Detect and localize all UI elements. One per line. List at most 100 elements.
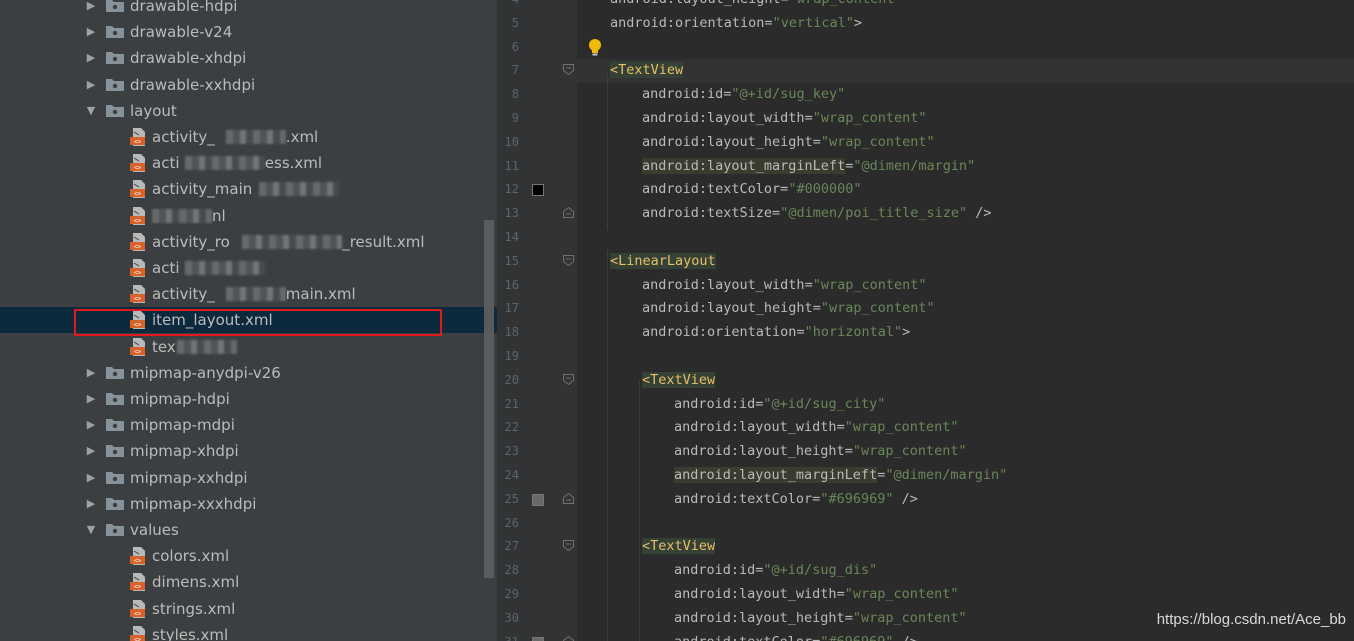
fold-open-icon[interactable] [563, 64, 574, 76]
xml-file-icon: <> [130, 573, 146, 592]
code-line[interactable]: <LinearLayout [610, 249, 716, 273]
chevron-right-icon[interactable]: ▶ [85, 19, 97, 45]
tree-folder[interactable]: ▶ mipmap-xxhdpi [0, 465, 497, 491]
code-line[interactable]: android:layout_height="wrap_content" [674, 606, 967, 630]
fold-close-icon[interactable] [563, 492, 574, 504]
color-swatch-icon[interactable] [532, 493, 544, 506]
code-line[interactable]: android:orientation="horizontal"> [642, 320, 910, 344]
xml-file-icon: <> [130, 599, 146, 618]
chevron-right-icon[interactable]: ▶ [85, 0, 97, 19]
code-line[interactable]: android:layout_width="wrap_content" [642, 273, 927, 297]
tree-folder[interactable]: ▶ mipmap-mdpi [0, 412, 497, 438]
tree-file[interactable]: <> acti [0, 255, 497, 281]
code-line[interactable]: <TextView [642, 368, 716, 392]
fold-open-icon[interactable] [563, 254, 574, 266]
tree-file[interactable]: <> styles.xml [0, 622, 497, 641]
tree-file[interactable]: <> acti ess.xml [0, 150, 497, 176]
chevron-right-icon[interactable]: ▶ [85, 386, 97, 412]
code-line[interactable]: android:layout_width="wrap_content" [674, 415, 959, 439]
tree-scrollbar[interactable] [484, 220, 494, 578]
fold-open-icon[interactable] [563, 373, 574, 385]
tree-folder[interactable]: ▼ values [0, 517, 497, 543]
folder-icon [106, 418, 124, 432]
tree-folder[interactable]: ▶ drawable-hdpi [0, 0, 497, 19]
chevron-right-icon[interactable]: ▶ [85, 412, 97, 438]
tree-folder[interactable]: ▶ mipmap-xxxhdpi [0, 491, 497, 517]
fold-close-icon[interactable] [563, 635, 574, 641]
line-number: 9 [511, 111, 519, 125]
code-line[interactable]: <TextView [610, 58, 684, 82]
tree-folder[interactable]: ▶ mipmap-xhdpi [0, 438, 497, 464]
color-swatch-icon[interactable] [532, 636, 544, 641]
tree-folder[interactable]: ▶ drawable-v24 [0, 19, 497, 45]
chevron-right-icon[interactable]: ▶ [85, 438, 97, 464]
fold-open-icon[interactable] [563, 540, 574, 552]
code-line[interactable]: android:orientation="vertical"> [610, 11, 862, 35]
tree-folder[interactable]: ▶ mipmap-anydpi-v26 [0, 360, 497, 386]
line-number: 5 [511, 15, 519, 30]
tree-file[interactable]: <> dimens.xml [0, 569, 497, 595]
code-line[interactable]: android:textSize="@dimen/poi_title_size"… [642, 201, 992, 225]
tree-file[interactable]: <> activity_ main.xml [0, 281, 497, 307]
code-line[interactable]: android:layout_marginLeft="@dimen/margin… [642, 154, 975, 178]
tree-folder-label: mipmap-xxxhdpi [130, 494, 257, 513]
code-line[interactable]: android:id="@+id/sug_city" [674, 392, 885, 416]
code-line[interactable]: android:textColor="#696969" /> [674, 487, 918, 511]
code-line[interactable]: android:textColor="#000000" [642, 177, 861, 201]
chevron-right-icon[interactable]: ▶ [85, 72, 97, 98]
color-swatch-icon[interactable] [532, 184, 544, 197]
chevron-right-icon[interactable]: ▶ [85, 360, 97, 386]
tree-file[interactable]: <> strings.xml [0, 596, 497, 622]
tree-file[interactable]: <> activity_main [0, 176, 497, 202]
line-number: 24 [504, 468, 519, 482]
chevron-right-icon[interactable]: ▶ [85, 491, 97, 517]
chevron-right-icon[interactable]: ▶ [85, 45, 97, 71]
xml-file-icon: <> [130, 232, 146, 251]
tree-folder-label: mipmap-xhdpi [130, 442, 239, 461]
folder-icon [106, 497, 124, 510]
tree-folder[interactable]: ▶ drawable-xhdpi [0, 45, 497, 71]
code-line[interactable]: android:id="@+id/sug_key" [642, 82, 845, 106]
code-line[interactable]: android:layout_height="wrap_content" [642, 130, 935, 154]
svg-text:<>: <> [134, 270, 142, 277]
code-line[interactable]: android:textColor="#696969" /> [674, 630, 918, 641]
code-line[interactable]: android:id="@+id/sug_dis" [674, 558, 877, 582]
chevron-down-icon[interactable]: ▼ [85, 517, 97, 543]
line-number: 25 [504, 491, 519, 506]
fold-close-icon[interactable] [563, 207, 574, 219]
tree-file-label: activity_ [152, 128, 215, 146]
indent-guide [607, 250, 608, 641]
code-line[interactable]: <TextView [642, 534, 716, 558]
code-line[interactable]: android:layout_height="wrap_content" [642, 296, 935, 320]
code-line[interactable]: android:layout_width="wrap_content" [642, 106, 927, 130]
code-line[interactable]: android:layout_marginLeft="@dimen/margin… [674, 463, 1007, 487]
tree-file[interactable]: <> tex [0, 334, 497, 360]
project-tree[interactable]: ▶ drawable-hdpi ▶ drawable-v24 ▶ drawable-xhd… [0, 0, 497, 641]
tree-file[interactable]: <> colors.xml [0, 543, 497, 569]
tree-folder-label: drawable-hdpi [130, 0, 238, 15]
tree-file[interactable]: <> nl [0, 203, 497, 229]
folder-icon [106, 78, 124, 91]
tree-folder[interactable]: ▼ layout [0, 98, 497, 124]
tree-folder-label: layout [130, 101, 177, 120]
tree-file-label-tail: main.xml [285, 285, 356, 304]
tree-file[interactable]: <> activity_ .xml [0, 124, 497, 150]
line-number: 17 [504, 301, 519, 316]
line-number: 16 [504, 277, 519, 292]
tree-file-label-tail: _result.xml [342, 232, 425, 251]
svg-text:<>: <> [134, 165, 142, 172]
code-line[interactable]: android:layout_height="wrap_content" [610, 0, 903, 11]
tree-file-label-tail: ess.xml [264, 154, 323, 173]
watermark: https://blog.csdn.net/Ace_bb [1156, 611, 1346, 628]
tree-folder[interactable]: ▶ mipmap-hdpi [0, 386, 497, 412]
chevron-down-icon[interactable]: ▼ [85, 98, 97, 124]
chevron-right-icon[interactable]: ▶ [85, 465, 97, 491]
annotation-highlight-box [74, 309, 442, 336]
lightbulb-icon[interactable] [587, 38, 603, 58]
code-editor[interactable]: 4 5 6 7 8 9 10 11 12 13 14 15 16 17 18 19 20 21 22 23 24 25 26… [497, 0, 1354, 641]
code-line[interactable]: android:layout_width="wrap_content" [674, 582, 959, 606]
tree-file[interactable]: <> activity_ro _result.xml [0, 229, 497, 255]
tree-folder[interactable]: ▶ drawable-xxhdpi [0, 72, 497, 98]
code-line[interactable]: android:layout_height="wrap_content" [674, 439, 967, 463]
line-number: 4 [497, 0, 519, 11]
